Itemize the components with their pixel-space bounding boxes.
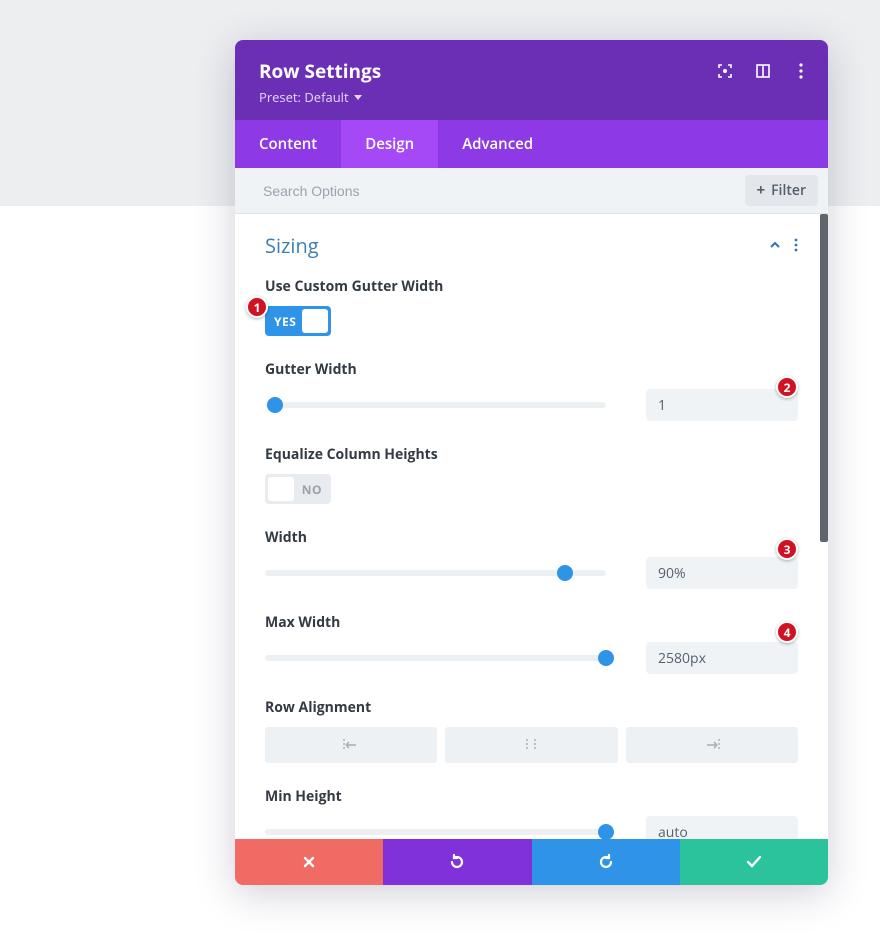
preset-label: Preset: xyxy=(259,88,301,106)
field-width: Width 90% xyxy=(265,528,798,589)
value-text: 1 xyxy=(658,396,666,415)
toggle-equalize-heights[interactable]: NO xyxy=(265,474,331,504)
save-button[interactable] xyxy=(680,839,828,885)
value-text: auto xyxy=(658,823,688,840)
field-label: Max Width xyxy=(265,613,798,632)
search-input[interactable] xyxy=(263,183,745,199)
value-min-height[interactable]: auto xyxy=(646,816,798,839)
value-gutter-width[interactable]: 1 xyxy=(646,389,798,421)
value-text: 90% xyxy=(658,564,686,583)
callout-badge-3: 3 xyxy=(776,538,798,560)
tabs: Content Design Advanced xyxy=(235,120,828,168)
field-label: Equalize Column Heights xyxy=(265,445,798,464)
field-max-width: Max Width 2580px xyxy=(265,613,798,674)
preset-selector[interactable]: Preset: Default xyxy=(259,88,804,106)
modal-body[interactable]: Sizing Use Custom Gutter Width YES xyxy=(235,214,828,839)
slider-thumb[interactable] xyxy=(267,397,283,413)
align-right-button[interactable] xyxy=(626,727,798,763)
value-max-width[interactable]: 2580px xyxy=(646,642,798,674)
slider-thumb[interactable] xyxy=(557,565,573,581)
header-actions xyxy=(716,62,810,80)
field-label: Use Custom Gutter Width xyxy=(265,277,798,296)
undo-button[interactable] xyxy=(383,839,531,885)
slider-thumb[interactable] xyxy=(598,650,614,666)
toggle-knob xyxy=(268,477,294,501)
preset-value: Default xyxy=(304,88,348,106)
tab-content[interactable]: Content xyxy=(235,120,341,168)
section-title: Sizing xyxy=(265,232,319,259)
callout-badge-4: 4 xyxy=(776,621,798,643)
columns-icon[interactable] xyxy=(754,62,772,80)
filter-button[interactable]: + Filter xyxy=(745,175,819,206)
section-more-icon[interactable] xyxy=(794,235,798,257)
caret-down-icon xyxy=(354,95,362,100)
callout-badge-1: 1 xyxy=(246,296,268,318)
slider-thumb[interactable] xyxy=(598,824,614,839)
filter-label: Filter xyxy=(771,181,806,200)
field-use-custom-gutter-width: Use Custom Gutter Width YES xyxy=(265,277,798,336)
toggle-use-custom-gutter-width[interactable]: YES xyxy=(265,306,331,336)
value-text: 2580px xyxy=(658,649,706,668)
modal-header: Row Settings Preset: Default xyxy=(235,40,828,120)
toggle-label: NO xyxy=(296,481,328,498)
modal-footer xyxy=(235,839,828,885)
search-bar: + Filter xyxy=(235,168,828,214)
field-label: Width xyxy=(265,528,798,547)
field-min-height: Min Height auto xyxy=(265,787,798,839)
tab-advanced[interactable]: Advanced xyxy=(438,120,557,168)
field-gutter-width: Gutter Width 1 xyxy=(265,360,798,421)
align-left-button[interactable] xyxy=(265,727,437,763)
scrollbar[interactable] xyxy=(820,214,828,542)
redo-button[interactable] xyxy=(532,839,680,885)
field-equalize-heights: Equalize Column Heights NO xyxy=(265,445,798,504)
slider-max-width[interactable] xyxy=(265,649,606,667)
section-header-sizing[interactable]: Sizing xyxy=(265,232,798,259)
row-settings-modal: Row Settings Preset: Default xyxy=(235,40,828,885)
slider-gutter-width[interactable] xyxy=(265,396,606,414)
tab-design[interactable]: Design xyxy=(341,120,438,168)
align-center-button[interactable] xyxy=(445,727,617,763)
focus-icon[interactable] xyxy=(716,62,734,80)
cancel-button[interactable] xyxy=(235,839,383,885)
field-row-alignment: Row Alignment xyxy=(265,698,798,763)
chevron-up-icon[interactable] xyxy=(768,235,782,257)
slider-min-height[interactable] xyxy=(265,823,606,839)
more-vert-icon[interactable] xyxy=(792,62,810,80)
toggle-knob xyxy=(302,309,328,333)
field-label: Row Alignment xyxy=(265,698,798,717)
plus-icon: + xyxy=(757,183,766,198)
field-label: Gutter Width xyxy=(265,360,798,379)
toggle-label: YES xyxy=(268,313,302,330)
slider-width[interactable] xyxy=(265,564,606,582)
value-width[interactable]: 90% xyxy=(646,557,798,589)
field-label: Min Height xyxy=(265,787,798,806)
callout-badge-2: 2 xyxy=(776,376,798,398)
